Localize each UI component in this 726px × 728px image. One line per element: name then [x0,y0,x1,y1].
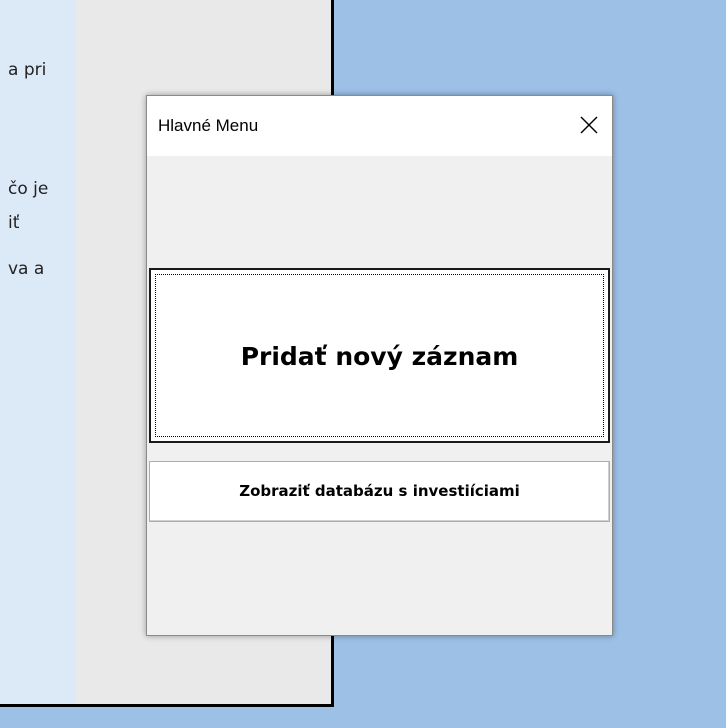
document-text-line: iť [8,213,20,233]
document-text-line: va a [8,259,45,279]
document-text-line: a pri [8,60,47,80]
close-icon [580,116,598,134]
dialog-titlebar[interactable]: Hlavné Menu [147,96,612,156]
background-document-page: a pri čo je iť va a [0,0,76,704]
close-button[interactable] [566,96,612,156]
dialog-title: Hlavné Menu [158,116,259,135]
add-record-label: Pridať nový záznam [240,342,519,371]
add-record-button[interactable]: Pridať nový záznam [149,268,610,443]
main-menu-dialog: Hlavné Menu Pridať nový záznam Zobraziť … [146,95,613,636]
show-database-button[interactable]: Zobraziť databázu s investiíciami [149,461,610,522]
show-database-label: Zobraziť databázu s investiíciami [239,482,520,500]
document-text-line: čo je [8,179,49,199]
